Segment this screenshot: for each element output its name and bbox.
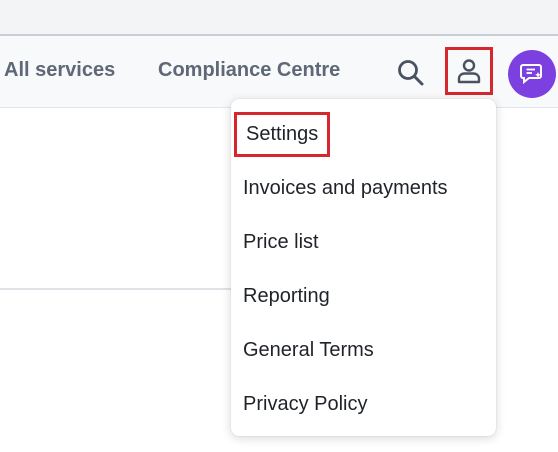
chat-assistant-button[interactable]: [508, 50, 556, 98]
top-navigation-bar: All services Compliance Centre: [0, 36, 558, 108]
account-dropdown-menu: Settings Invoices and payments Price lis…: [231, 99, 496, 436]
menu-item-reporting[interactable]: Reporting: [243, 284, 330, 308]
menu-item-general-terms[interactable]: General Terms: [243, 338, 374, 362]
content-divider: [0, 288, 240, 290]
menu-item-privacy-policy[interactable]: Privacy Policy: [243, 392, 367, 416]
nav-link-compliance-centre[interactable]: Compliance Centre: [158, 59, 340, 82]
menu-item-settings[interactable]: Settings: [234, 112, 331, 157]
user-account-icon: [457, 59, 481, 84]
chat-sparkle-icon: [520, 64, 542, 85]
account-button[interactable]: [445, 47, 493, 95]
browser-top-strip: [0, 0, 558, 36]
nav-link-all-services[interactable]: All services: [4, 59, 115, 82]
menu-item-price-list[interactable]: Price list: [243, 230, 319, 254]
search-button[interactable]: [394, 56, 428, 90]
search-icon: [398, 60, 424, 86]
menu-item-invoices-and-payments[interactable]: Invoices and payments: [243, 176, 448, 200]
